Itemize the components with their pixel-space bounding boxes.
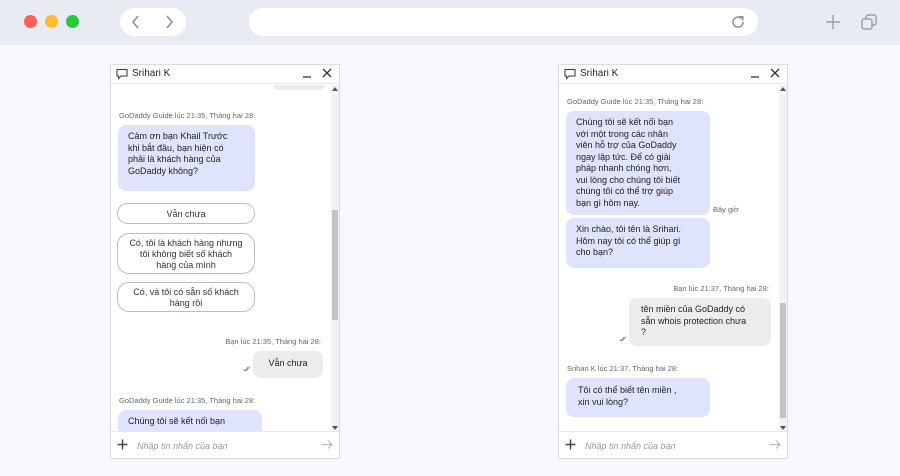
forward-icon xyxy=(166,15,174,29)
minimize-icon[interactable] xyxy=(302,69,312,79)
reload-icon[interactable] xyxy=(730,14,746,30)
read-receipt-icon xyxy=(619,336,627,342)
user-meta: Bạn lúc 21:37, Tháng hai 28: xyxy=(673,284,769,293)
send-arrow-icon[interactable] xyxy=(321,439,333,450)
agent-message: Chúng tôi sẽ kết nối bạn xyxy=(118,410,262,432)
back-icon xyxy=(131,15,139,29)
message-list[interactable]: GoDaddy Guide lúc 21:35, Tháng hai 28: C… xyxy=(111,85,339,432)
chat-window-left: Srihari K GoDaddy Guide lúc 21:35, Tháng… xyxy=(110,64,340,459)
composer xyxy=(111,431,339,458)
sender-meta: GoDaddy Guide lúc 21:35, Tháng hai 28: xyxy=(567,97,704,106)
chat-header: Srihari K xyxy=(111,65,339,84)
forward-button[interactable] xyxy=(153,8,186,36)
composer xyxy=(559,431,787,458)
scroll-down-arrow[interactable] xyxy=(332,426,338,430)
back-button[interactable] xyxy=(120,8,153,36)
minimize-window-button[interactable] xyxy=(45,15,58,28)
chat-title: Srihari K xyxy=(132,68,171,79)
chat-bubble-icon xyxy=(116,69,128,80)
read-receipt-icon xyxy=(243,366,251,372)
sender-meta: Srihari K lúc 21:37, Tháng hai 28: xyxy=(567,364,679,373)
close-icon[interactable] xyxy=(770,68,780,78)
message-list[interactable]: GoDaddy Guide lúc 21:35, Tháng hai 28: C… xyxy=(559,85,787,432)
close-window-button[interactable] xyxy=(24,15,37,28)
agent-message: Xin chào, tôi tên là Srihari. Hôm nay tô… xyxy=(566,218,710,268)
chat-title: Srihari K xyxy=(580,68,619,79)
scrollbar-thumb[interactable] xyxy=(332,210,338,320)
quick-reply-customer-has-number[interactable]: Có, và tôi có sẵn số khách hàng rồi xyxy=(117,282,255,312)
address-bar[interactable] xyxy=(249,8,758,36)
browser-toolbar xyxy=(0,0,900,45)
tabs-overview-icon[interactable] xyxy=(861,14,877,30)
close-icon[interactable] xyxy=(322,68,332,78)
send-arrow-icon[interactable] xyxy=(769,439,781,450)
chat-bubble-icon xyxy=(564,69,576,80)
zoom-window-button[interactable] xyxy=(66,15,79,28)
user-meta: Bạn lúc 21:35, Tháng hai 28: xyxy=(225,337,321,346)
new-tab-icon[interactable] xyxy=(825,14,841,30)
minimize-icon[interactable] xyxy=(750,69,760,79)
message-input[interactable] xyxy=(585,438,755,453)
scrollbar[interactable] xyxy=(331,85,339,432)
scroll-down-arrow[interactable] xyxy=(780,426,786,430)
sender-meta: GoDaddy Guide lúc 21:35, Tháng hai 28: xyxy=(119,111,256,120)
scrollbar-thumb[interactable] xyxy=(780,303,786,418)
user-message: Vẫn chưa xyxy=(253,351,323,378)
scroll-up-arrow[interactable] xyxy=(780,87,786,91)
sender-meta: GoDaddy Guide lúc 21:35, Tháng hai 28: xyxy=(119,396,256,405)
agent-message: Chúng tôi sẽ kết nối bạn với một trong c… xyxy=(566,111,710,215)
previous-message-peek xyxy=(273,85,325,90)
message-timestamp: Bây giờ xyxy=(713,205,739,214)
quick-reply-customer-no-number[interactable]: Có, tôi là khách hàng nhưng tôi không bi… xyxy=(117,233,255,274)
chat-header: Srihari K xyxy=(559,65,787,84)
quick-reply-not-yet[interactable]: Vẫn chưa xyxy=(117,203,255,224)
scroll-up-arrow[interactable] xyxy=(332,87,338,91)
user-message: tên miền của GoDaddy có sẵn whois protec… xyxy=(629,298,771,346)
agent-message: Cảm ơn bạn Khail Trước khi bắt đầu, bạn … xyxy=(118,125,255,191)
scrollbar[interactable] xyxy=(779,85,787,432)
plus-icon[interactable] xyxy=(117,439,128,450)
plus-icon[interactable] xyxy=(565,439,576,450)
message-input[interactable] xyxy=(137,438,307,453)
agent-message: Tôi có thể biết tên miền , xin vui lòng? xyxy=(566,378,710,417)
chat-window-right: Srihari K GoDaddy Guide lúc 21:35, Tháng… xyxy=(558,64,788,459)
navigation-buttons xyxy=(120,8,186,36)
